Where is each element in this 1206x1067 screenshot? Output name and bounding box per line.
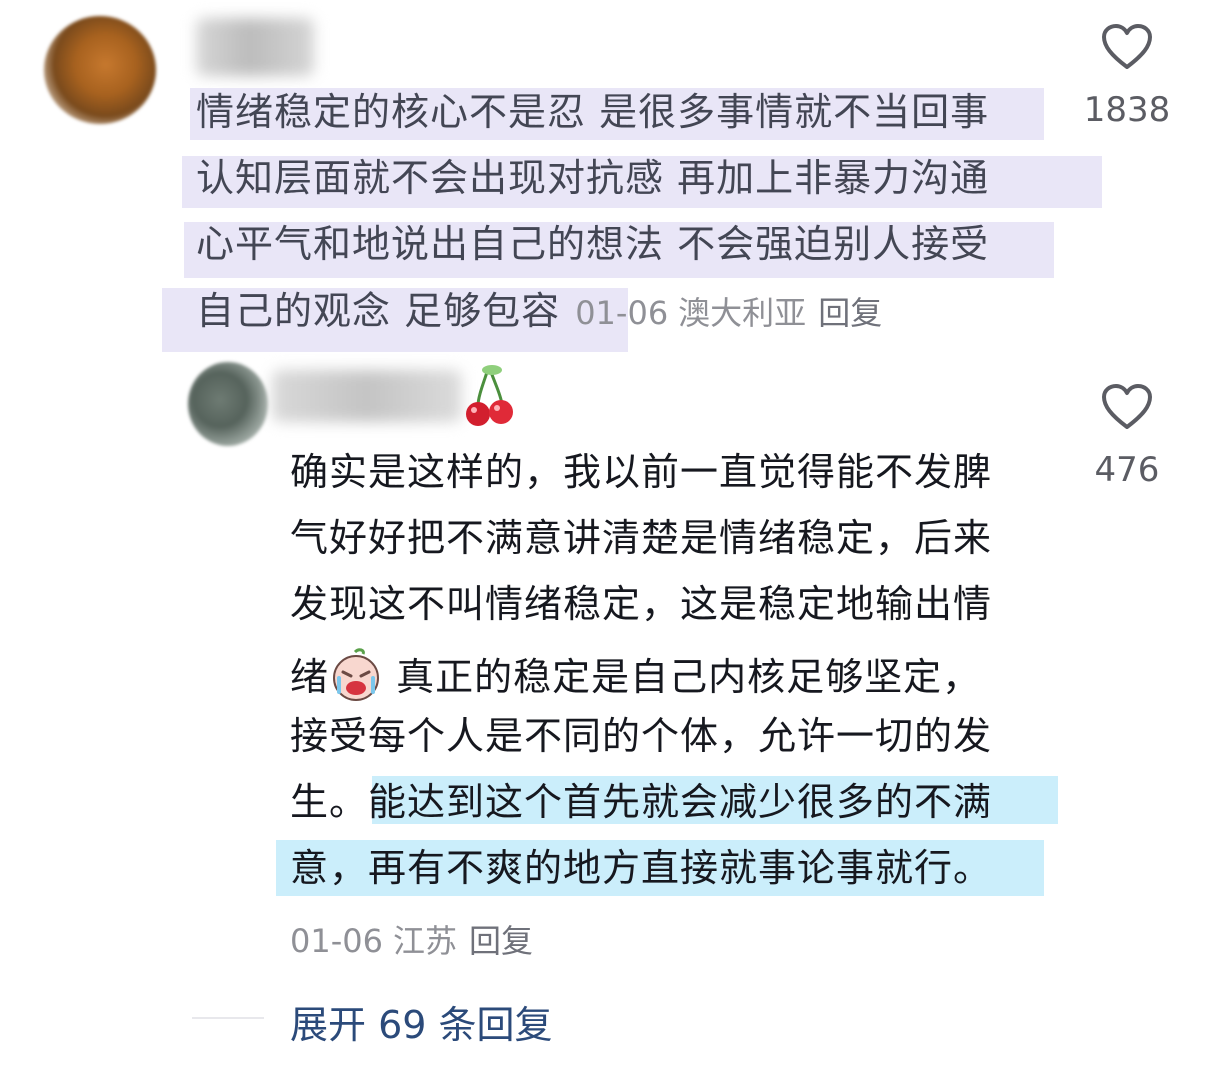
heart-outline-icon	[1102, 384, 1152, 429]
reply-text-line: 气好好把不满意讲清楚是情绪稳定，后来	[290, 516, 993, 560]
replier-avatar[interactable]	[188, 362, 268, 446]
reply-meta: 01-06 江苏 回复	[290, 916, 533, 962]
expand-replies-button[interactable]: 展开 69 条回复	[290, 994, 553, 1049]
crying-face-emoji-icon	[333, 648, 380, 701]
comment-text-line: 情绪稳定的核心不是忍 是很多事情就不当回事	[196, 90, 990, 134]
reply-text-line: 发现这不叫情绪稳定，这是稳定地输出情	[290, 582, 993, 626]
reply-text-line: 生。能达到这个首先就会减少很多的不满	[290, 780, 993, 824]
reply-location: 江苏	[392, 922, 457, 960]
reply-text-segment: 真正的稳定是自己内核足够坚定，	[383, 655, 982, 699]
reply-text-line: 接受每个人是不同的个体，允许一切的发	[290, 714, 993, 758]
reply-text-line: 确实是这样的，我以前一直觉得能不发脾	[290, 450, 993, 494]
comment-meta: 01-06 澳大利亚 回复	[575, 294, 882, 332]
reply-button[interactable]: 回复	[818, 294, 882, 332]
comment-location: 澳大利亚	[678, 294, 807, 332]
reply-text-segment: 绪	[290, 655, 330, 699]
like-count: 476	[1094, 450, 1160, 490]
comment-last-line-with-meta: 自己的观念 足够包容 01-06 澳大利亚 回复	[196, 288, 882, 334]
comment-date: 01-06	[575, 294, 669, 332]
replier-name-obscured[interactable]	[272, 370, 462, 422]
reply-text-line-with-emoji: 绪 真正的稳定是自己内核足够坚定，	[290, 648, 981, 702]
cherry-icon	[466, 365, 513, 426]
comment-text-line: 心平气和地说出自己的想法 不会强迫别人接受	[196, 222, 990, 266]
reply-button[interactable]: 回复	[469, 922, 533, 960]
comment-text-line: 自己的观念 足够包容	[196, 289, 561, 333]
expand-divider	[192, 1017, 264, 1019]
like-button[interactable]	[1101, 24, 1153, 74]
commenter-avatar[interactable]	[44, 16, 156, 124]
like-count: 1838	[1083, 90, 1171, 130]
like-button[interactable]	[1101, 384, 1153, 434]
reply-text-line: 意，再有不爽的地方直接就事论事就行。	[290, 846, 993, 890]
comment-text-line: 认知层面就不会出现对抗感 再加上非暴力沟通	[196, 156, 990, 200]
reply-date: 01-06	[290, 922, 383, 960]
commenter-name-obscured[interactable]	[196, 18, 314, 76]
heart-outline-icon	[1102, 24, 1152, 69]
